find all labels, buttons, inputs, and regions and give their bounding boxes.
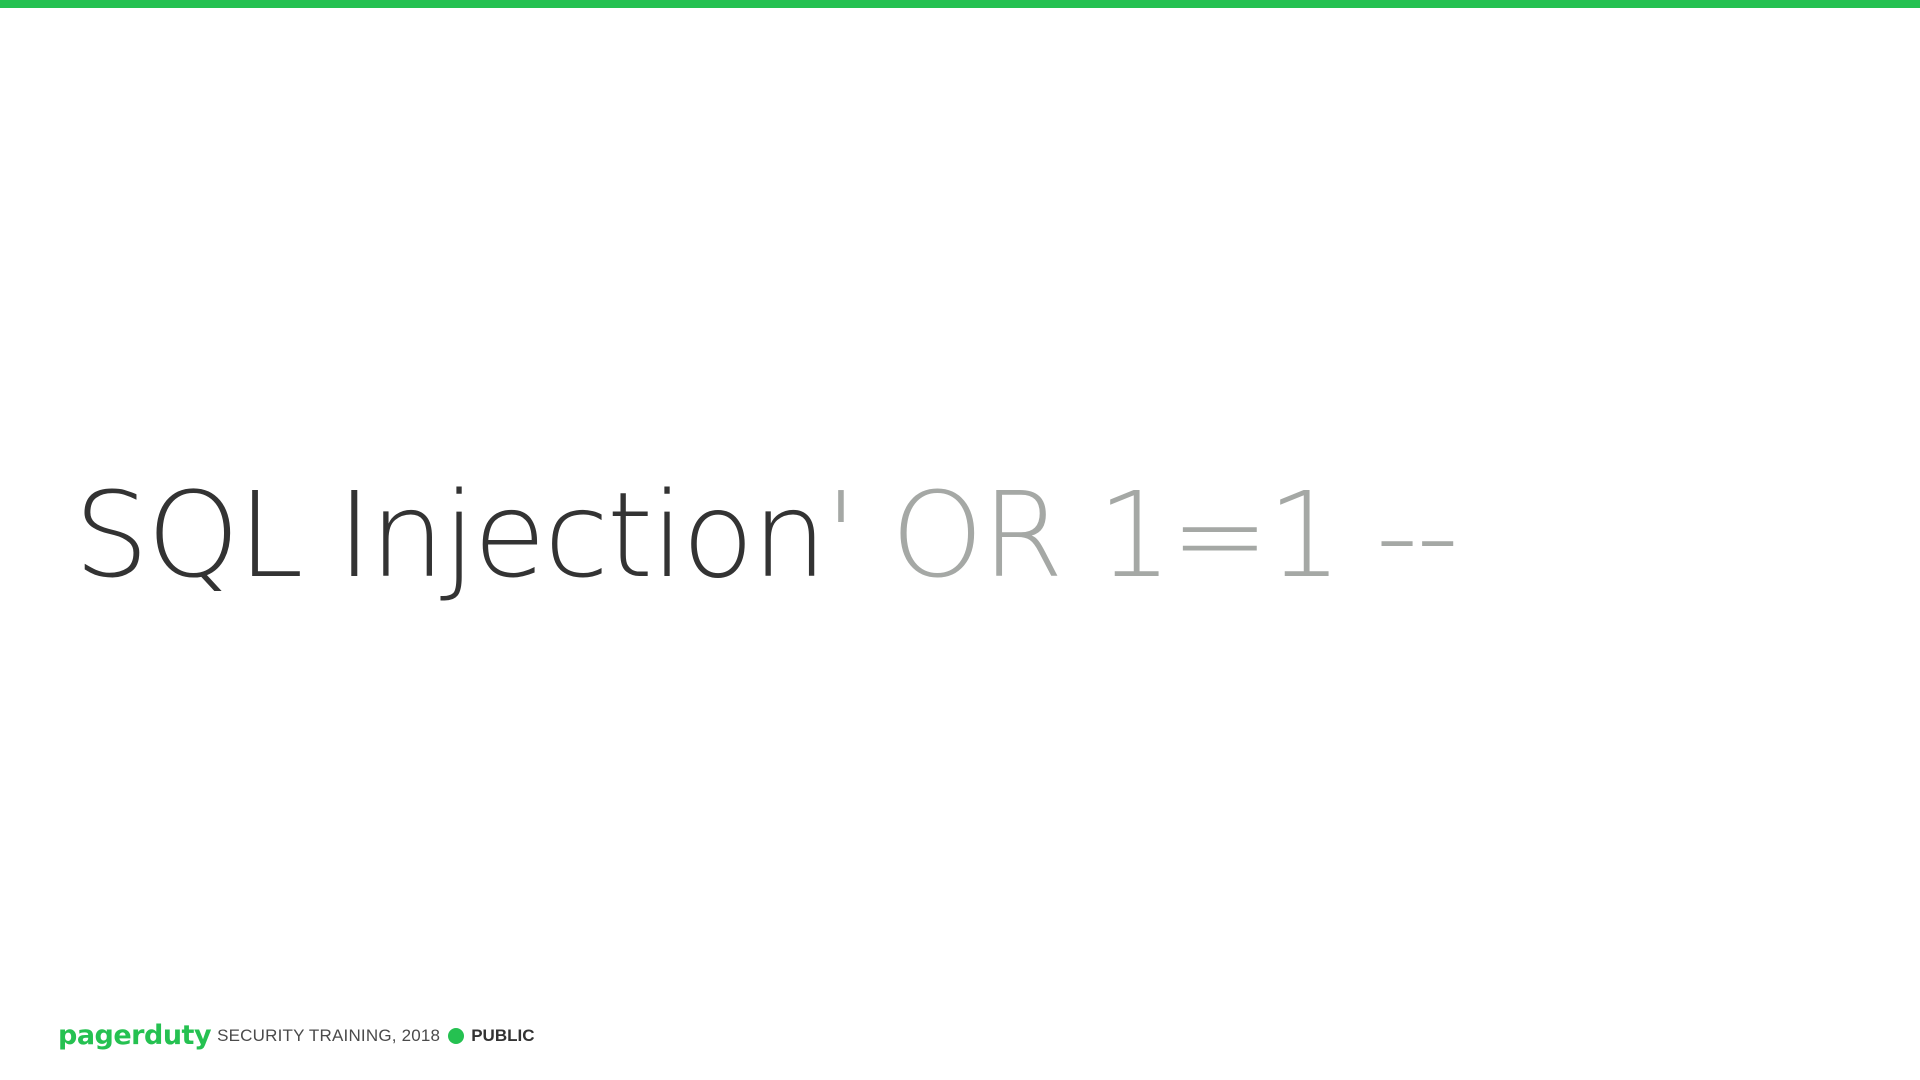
top-accent-bar xyxy=(0,0,1920,8)
slide: SQL Injection' OR 1=1 -- pagerduty SECUR… xyxy=(0,0,1920,1080)
title-main-text: SQL Injection xyxy=(74,466,827,604)
slide-footer: pagerduty SECURITY TRAINING, 2018 PUBLIC xyxy=(58,1020,535,1052)
classification-label: PUBLIC xyxy=(471,1026,535,1045)
title-sql-payload: OR 1=1 -- xyxy=(855,466,1459,604)
slide-title: SQL Injection' OR 1=1 -- xyxy=(74,470,1459,600)
pagerduty-logo: pagerduty xyxy=(58,1020,212,1051)
title-quote-char: ' xyxy=(824,466,857,604)
classification-dot-icon xyxy=(448,1028,465,1044)
course-label: SECURITY TRAINING, 2018 xyxy=(217,1026,441,1045)
